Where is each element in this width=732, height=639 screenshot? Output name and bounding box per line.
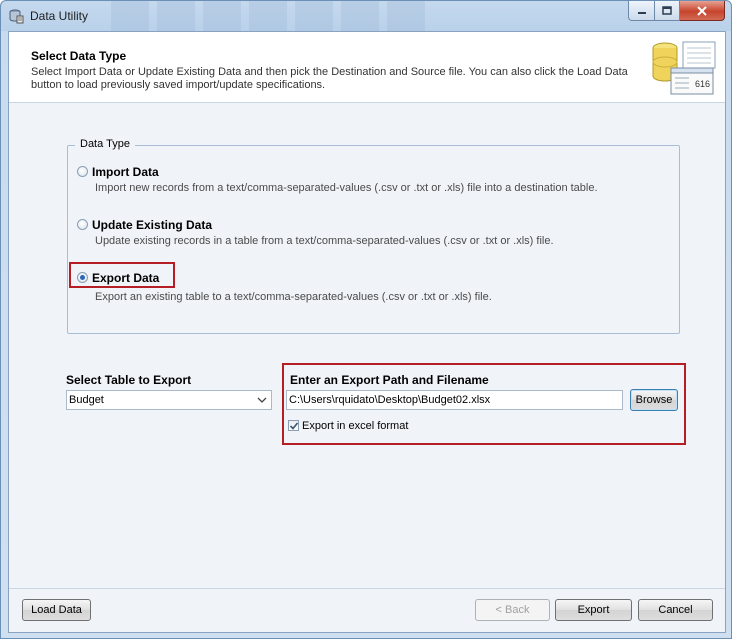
maximize-button[interactable] (655, 1, 680, 21)
minimize-icon (637, 11, 646, 14)
export-path-input[interactable]: C:\Users\rquidato\Desktop\Budget02.xlsx (286, 390, 623, 410)
import-data-radio[interactable] (77, 166, 88, 177)
header-description: Select Import Data or Update Existing Da… (31, 66, 628, 91)
database-app-icon (9, 9, 24, 24)
export-data-description: Export an existing table to a text/comma… (95, 291, 492, 303)
data-type-legend: Data Type (75, 138, 135, 150)
browse-button[interactable]: Browse (630, 389, 678, 411)
footer-divider (9, 588, 725, 589)
update-data-description: Update existing records in a table from … (95, 235, 554, 247)
update-data-radio[interactable] (77, 219, 88, 230)
export-data-label[interactable]: Export Data (92, 271, 159, 285)
close-icon (697, 5, 707, 16)
table-select[interactable]: Budget (66, 390, 272, 410)
export-path-label: Enter an Export Path and Filename (290, 373, 489, 387)
minimize-button[interactable] (628, 1, 655, 21)
export-path-value: C:\Users\rquidato\Desktop\Budget02.xlsx (289, 394, 491, 406)
dialog-content: Select Data Type Select Import Data or U… (8, 31, 726, 633)
export-data-radio[interactable] (77, 272, 88, 283)
load-data-button[interactable]: Load Data (22, 599, 91, 621)
window-title: Data Utility (30, 9, 89, 23)
background-toolbar (111, 1, 431, 31)
database-table-icon: 616 (652, 41, 716, 95)
import-data-description: Import new records from a text/comma-sep… (95, 182, 598, 194)
header-title: Select Data Type (31, 49, 127, 63)
excel-format-label[interactable]: Export in excel format (302, 420, 408, 432)
wizard-header: Select Data Type Select Import Data or U… (9, 32, 725, 103)
export-button[interactable]: Export (555, 599, 632, 621)
title-bar: Data Utility (1, 1, 731, 31)
import-data-label[interactable]: Import Data (92, 165, 159, 179)
table-select-value: Budget (69, 394, 104, 406)
chevron-down-icon (257, 397, 267, 403)
close-button[interactable] (680, 1, 725, 21)
back-button[interactable]: < Back (475, 599, 550, 621)
checkmark-icon (289, 422, 299, 430)
data-utility-window: Data Utility Select Data Type Select Imp… (0, 0, 732, 639)
update-data-label[interactable]: Update Existing Data (92, 218, 212, 232)
header-art-number: 616 (695, 79, 710, 89)
cancel-button[interactable]: Cancel (638, 599, 713, 621)
excel-format-checkbox[interactable] (288, 420, 299, 431)
select-table-label: Select Table to Export (66, 373, 192, 387)
maximize-icon (662, 5, 672, 15)
